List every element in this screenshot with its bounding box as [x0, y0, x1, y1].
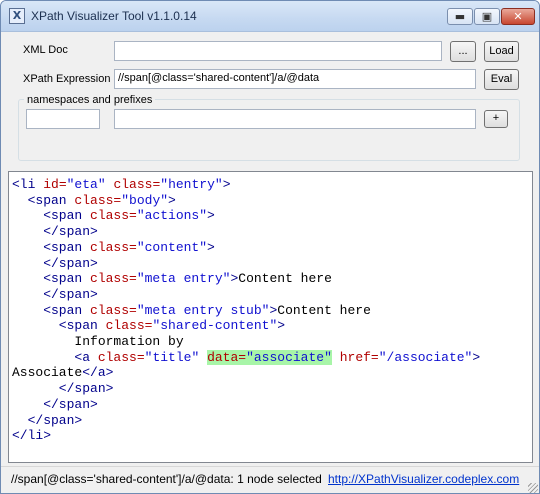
add-namespace-button[interactable]: +	[484, 110, 508, 128]
code-token: Content here	[238, 271, 332, 287]
browse-button[interactable]: ...	[450, 41, 476, 62]
code-token: "content"	[136, 239, 208, 255]
code-line: </li>	[12, 428, 480, 444]
code-line: <a class="title" data="associate" href="…	[12, 349, 481, 366]
code-token: class=	[74, 192, 122, 208]
prefix-input[interactable]	[26, 109, 100, 129]
namespaces-label: namespaces and prefixes	[24, 94, 156, 106]
xml-doc-input[interactable]	[114, 41, 442, 61]
code-token: <span	[12, 239, 91, 255]
selected-node-highlight: data=	[207, 349, 247, 365]
code-token: class=	[97, 349, 145, 365]
code-line: </span>	[12, 256, 480, 272]
code-line: </span>	[12, 413, 480, 429]
code-token: "meta entry"	[136, 271, 231, 287]
code-token: href=	[339, 349, 379, 365]
code-token: "eta"	[66, 177, 106, 192]
resize-grip[interactable]	[528, 483, 538, 493]
xml-doc-label: XML Doc	[23, 44, 68, 56]
code-token: class=	[113, 177, 161, 192]
code-token: </a>	[82, 365, 114, 381]
code-line: <span class="content">	[12, 240, 480, 256]
code-token: >	[207, 208, 215, 224]
code-line: </span>	[12, 224, 480, 240]
app-window: X XPath Visualizer Tool v1.1.0.14 ▬ ▣ ✕ …	[0, 0, 540, 494]
code-token: "title"	[144, 349, 200, 365]
code-token: class=	[105, 318, 153, 334]
code-line: <span class="meta entry stub">Content he…	[12, 303, 480, 319]
code-line: <span class="shared-content">	[12, 318, 480, 334]
code-token: class=	[90, 302, 137, 318]
code-token: Information by	[12, 334, 184, 350]
code-token: class=	[90, 239, 137, 255]
code-token: </span>	[12, 396, 98, 412]
codeplex-link[interactable]: http://XPathVisualizer.codeplex.com	[328, 472, 519, 486]
code-line: </span>	[12, 287, 480, 303]
window-title: XPath Visualizer Tool v1.1.0.14	[31, 9, 197, 23]
code-line: Associate</a>	[12, 365, 480, 381]
xpath-label: XPath Expression	[23, 73, 111, 85]
namespace-uri-input[interactable]	[114, 109, 476, 129]
code-token: >	[222, 177, 231, 192]
code-token: <li	[12, 177, 44, 192]
code-line: <span class="meta entry">Content here	[12, 271, 480, 287]
code-token: <a	[12, 349, 98, 365]
xml-editor[interactable]: <li id="eta" class="hentry"> <span class…	[8, 171, 533, 463]
code-token: "meta entry stub"	[136, 302, 270, 318]
xpath-input[interactable]: //span[@class='shared-content']/a/@data	[114, 69, 476, 89]
selected-node-highlight: "associate"	[246, 349, 332, 365]
code-token: <span	[12, 192, 75, 208]
code-token: </li>	[12, 428, 52, 444]
close-button[interactable]: ✕	[501, 8, 535, 25]
code-token: Associate	[12, 365, 83, 381]
code-line: Information by	[12, 334, 480, 350]
code-token: id=	[43, 177, 67, 192]
code-token: <span	[12, 271, 91, 287]
code-token: class=	[90, 208, 137, 224]
code-token: </span>	[12, 381, 114, 397]
app-icon: X	[9, 8, 25, 24]
code-token: >	[472, 349, 481, 365]
code-line: </span>	[12, 381, 480, 397]
load-button[interactable]: Load	[484, 41, 519, 62]
code-token: "body"	[121, 192, 169, 208]
code-token: >	[277, 318, 286, 334]
code-token: class=	[90, 271, 137, 287]
code-line: <span class="actions">	[12, 208, 480, 224]
code-token: "hentry"	[160, 177, 223, 192]
code-token: <span	[12, 318, 106, 334]
code-token: Content here	[277, 302, 371, 318]
code-line: <span class="body">	[12, 193, 480, 209]
code-token: </span>	[12, 412, 83, 428]
code-token: </span>	[12, 286, 98, 302]
title-bar[interactable]: X XPath Visualizer Tool v1.1.0.14 ▬ ▣ ✕	[1, 1, 539, 32]
eval-button[interactable]: Eval	[484, 69, 519, 90]
status-text: //span[@class='shared-content']/a/@data:…	[11, 472, 322, 486]
code-token: <span	[12, 208, 91, 224]
xml-content: <li id="eta" class="hentry"> <span class…	[12, 177, 480, 444]
code-token: >	[207, 239, 215, 255]
status-bar: //span[@class='shared-content']/a/@data:…	[1, 466, 539, 493]
code-token: "shared-content"	[152, 318, 278, 334]
code-token: <span	[12, 302, 91, 318]
code-line: </span>	[12, 397, 480, 413]
code-token: >	[168, 192, 176, 208]
code-token: "actions"	[136, 208, 208, 224]
minimize-button[interactable]: ▬	[447, 8, 473, 25]
code-token: </span>	[12, 255, 98, 271]
code-line: <li id="eta" class="hentry">	[12, 177, 480, 193]
code-token: "/associate"	[378, 349, 473, 365]
code-token: </span>	[12, 224, 98, 240]
maximize-button[interactable]: ▣	[474, 8, 500, 25]
